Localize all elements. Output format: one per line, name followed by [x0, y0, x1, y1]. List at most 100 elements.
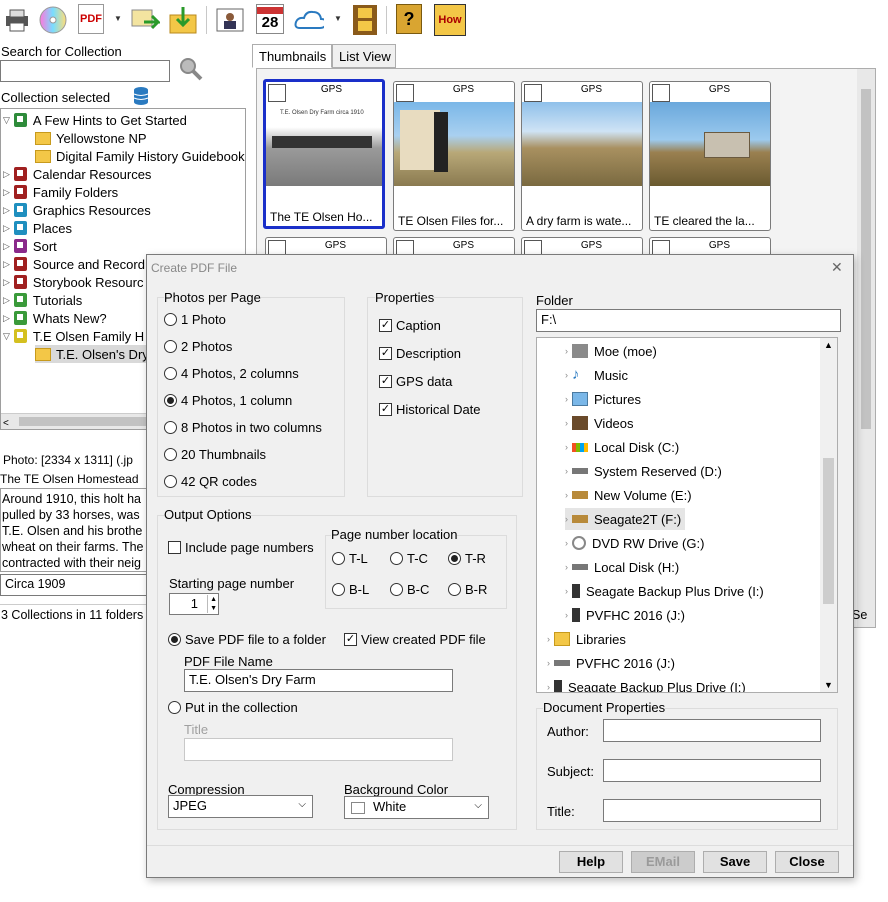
collection-title-input[interactable] — [184, 738, 453, 761]
expand-icon[interactable]: › — [547, 634, 550, 644]
radio-page-tl[interactable]: T-L — [332, 551, 368, 566]
tree-item[interactable]: ▷ Whats New? — [3, 309, 107, 327]
radio-page-br[interactable]: B-R — [448, 582, 487, 597]
expand-icon[interactable]: › — [565, 538, 568, 548]
folder-tree-item[interactable]: › Videos — [565, 412, 634, 434]
expand-icon[interactable]: › — [565, 610, 568, 620]
thumbnail-card[interactable]: GPS TE cleared the la... — [649, 81, 771, 231]
cloud-icon[interactable] — [294, 4, 324, 36]
scroll-thumb[interactable] — [861, 89, 871, 429]
collapse-icon[interactable]: ▽ — [3, 115, 10, 126]
export-icon[interactable] — [130, 4, 160, 36]
folder-tree-scrollbar[interactable]: ▲ ▼ — [820, 338, 837, 692]
thumbnail-checkbox[interactable] — [396, 84, 414, 102]
expand-icon[interactable]: › — [565, 562, 568, 572]
thumbnail-scrollbar[interactable] — [857, 69, 875, 627]
expand-icon[interactable]: › — [547, 658, 550, 668]
subject-input[interactable] — [603, 759, 821, 782]
thumbnail-card[interactable]: GPS A dry farm is wate... — [521, 81, 643, 231]
collapse-icon[interactable]: ▽ — [3, 331, 10, 342]
tree-item[interactable]: ▽ T.E Olsen Family H — [3, 327, 144, 345]
folder-tree-item[interactable]: › Seagate Backup Plus Drive (I:) — [565, 580, 764, 602]
calendar-icon[interactable]: 28 — [256, 4, 284, 34]
close-button[interactable]: Close — [775, 851, 839, 873]
expand-icon[interactable]: ▷ — [3, 223, 10, 234]
expand-icon[interactable]: › — [565, 490, 568, 500]
scroll-down-icon[interactable]: ▼ — [824, 680, 833, 690]
scroll-thumb[interactable] — [823, 458, 834, 604]
folder-tree-item[interactable]: › Local Disk (C:) — [565, 436, 679, 458]
tree-item[interactable]: ▷ Storybook Resourc — [3, 273, 143, 291]
starting-page-stepper[interactable]: 1 ▲ ▼ — [169, 593, 219, 615]
folder-tree-item[interactable]: › DVD RW Drive (G:) — [565, 532, 704, 554]
how-icon[interactable]: How — [434, 4, 466, 36]
thumbnail-checkbox[interactable] — [524, 84, 542, 102]
folder-tree-item[interactable]: › PVFHC 2016 (J:) — [565, 604, 685, 626]
stepper-arrows-icon[interactable]: ▲ ▼ — [207, 595, 217, 613]
folder-tree-item[interactable]: › Seagate Backup Plus Drive (I:) — [547, 676, 746, 692]
author-input[interactable] — [603, 719, 821, 742]
expand-icon[interactable]: › — [565, 394, 568, 404]
album-icon[interactable] — [215, 4, 245, 36]
tree-item[interactable]: ▷ Calendar Resources — [3, 165, 151, 183]
scroll-up-icon[interactable]: ▲ — [824, 340, 833, 350]
email-button[interactable]: EMail — [631, 851, 695, 873]
radio-1-photo[interactable]: 1 Photo — [164, 312, 226, 327]
tab-thumbnails[interactable]: Thumbnails — [252, 44, 332, 68]
folder-tree-item[interactable]: › System Reserved (D:) — [565, 460, 722, 482]
pdf-dropdown-icon[interactable]: ▼ — [114, 14, 122, 23]
import-icon[interactable] — [168, 4, 198, 36]
help-button[interactable]: Help — [559, 851, 623, 873]
expand-icon[interactable]: › — [565, 466, 568, 476]
radio-page-tr[interactable]: T-R — [448, 551, 486, 566]
folder-tree-item[interactable]: › New Volume (E:) — [565, 484, 692, 506]
disc-icon[interactable] — [38, 4, 68, 36]
expand-icon[interactable]: › — [565, 442, 568, 452]
thumbnail-card[interactable]: GPS TE Olsen Files for... — [393, 81, 515, 231]
pdf-file-name-input[interactable]: T.E. Olsen's Dry Farm — [184, 669, 453, 692]
tree-item[interactable]: ▷ Places — [3, 219, 72, 237]
folder-tree-item[interactable]: › Local Disk (H:) — [565, 556, 679, 578]
folder-tree-item-selected[interactable]: › Seagate2T (F:) — [565, 508, 686, 530]
compression-select[interactable]: JPEG ⌵ — [168, 795, 313, 818]
radio-put-in-collection[interactable]: Put in the collection — [168, 700, 298, 715]
printer-icon[interactable] — [2, 4, 32, 36]
save-button[interactable]: Save — [703, 851, 767, 873]
tree-item[interactable]: ▷ Family Folders — [3, 183, 118, 201]
gps-data-checkbox[interactable]: ✓ GPS data — [379, 374, 452, 389]
tree-item[interactable]: ▽ A Few Hints to Get Started — [3, 111, 187, 129]
help-icon[interactable]: ? — [396, 4, 422, 34]
expand-icon[interactable]: ▷ — [3, 187, 10, 198]
radio-save-to-folder[interactable]: Save PDF file to a folder — [168, 632, 326, 647]
thumbnail-checkbox[interactable] — [268, 84, 286, 102]
expand-icon[interactable]: › — [565, 346, 568, 356]
tree-item[interactable]: ▷ Graphics Resources — [3, 201, 151, 219]
tree-item-selected[interactable]: T.E. Olsen's Dry — [35, 345, 149, 363]
expand-icon[interactable]: ▷ — [3, 241, 10, 252]
radio-4-photos-1-column[interactable]: 4 Photos, 1 column — [164, 393, 292, 408]
pdf-icon[interactable]: PDF — [78, 4, 104, 34]
include-page-numbers-checkbox[interactable]: Include page numbers — [168, 540, 314, 555]
expand-icon[interactable]: › — [565, 418, 568, 428]
folder-tree-item[interactable]: › Pictures — [565, 388, 641, 410]
search-icon[interactable] — [178, 56, 204, 85]
expand-icon[interactable]: › — [565, 586, 568, 596]
radio-42-qr-codes[interactable]: 42 QR codes — [164, 474, 257, 489]
radio-4-photos-2-columns[interactable]: 4 Photos, 2 columns — [164, 366, 299, 381]
expand-icon[interactable]: ▷ — [3, 259, 10, 270]
expand-icon[interactable]: ▷ — [3, 313, 10, 324]
tree-item[interactable]: ▷ Source and Record — [3, 255, 145, 273]
background-color-select[interactable]: White ⌵ — [344, 796, 489, 819]
collection-search-input[interactable] — [0, 60, 170, 82]
folder-tree-item[interactable]: › ♪ Music — [565, 364, 628, 386]
tree-item[interactable]: Yellowstone NP — [35, 129, 147, 147]
radio-20-thumbnails[interactable]: 20 Thumbnails — [164, 447, 266, 462]
radio-page-bc[interactable]: B-C — [390, 582, 429, 597]
expand-icon[interactable]: › — [565, 370, 568, 380]
expand-icon[interactable]: ▷ — [3, 277, 10, 288]
description-checkbox[interactable]: ✓ Description — [379, 346, 461, 361]
folder-path-input[interactable]: F:\ — [536, 309, 841, 332]
folder-tree-item[interactable]: › Libraries — [547, 628, 626, 650]
expand-icon[interactable]: ▷ — [3, 205, 10, 216]
expand-icon[interactable]: › — [565, 514, 568, 524]
